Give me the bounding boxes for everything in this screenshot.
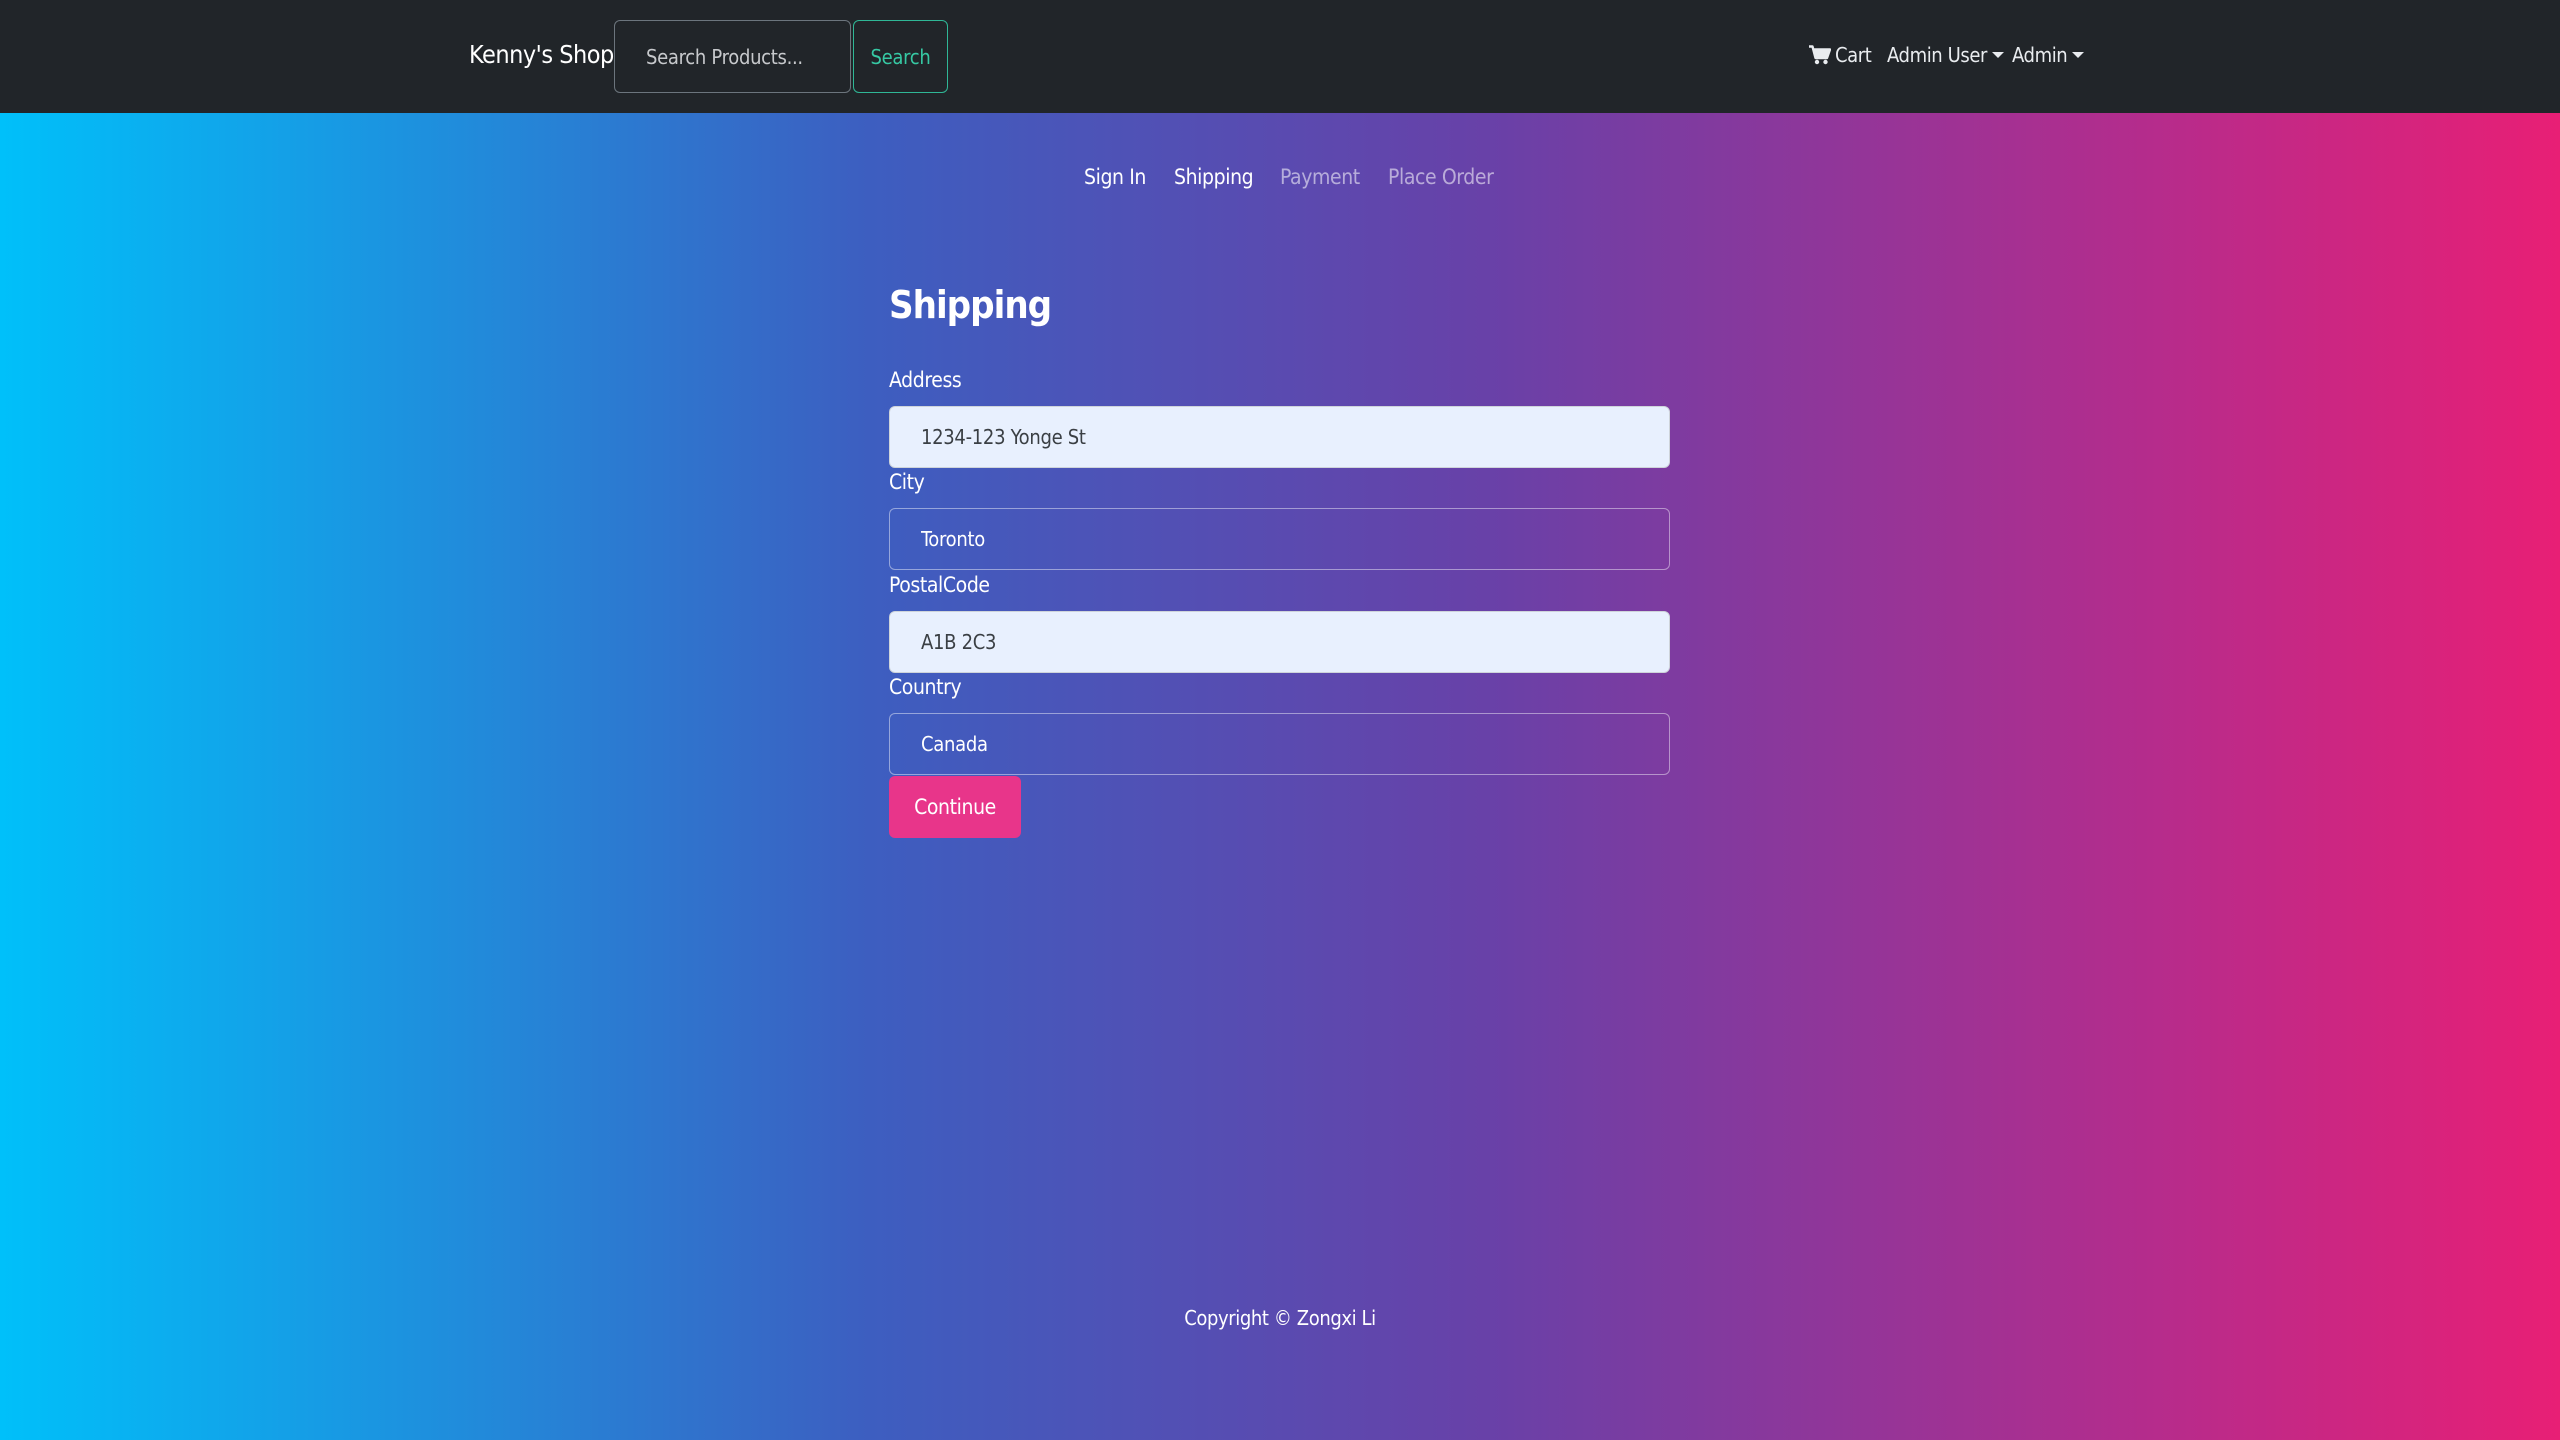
city-field[interactable] [889,508,1670,570]
brand-logo-link[interactable]: Kenny's Shop [469,40,614,69]
step-payment: Payment [1280,165,1360,189]
city-label: City [889,470,925,494]
search-button[interactable]: Search [853,20,948,93]
address-label: Address [889,368,962,392]
checkout-steps: Sign In Shipping Payment Place Order [0,165,2560,195]
chevron-down-icon [2072,52,2085,58]
search-input[interactable] [614,20,851,93]
chevron-down-icon [1992,52,2005,58]
admin-menu-label: Admin [2012,43,2068,67]
country-label: Country [889,675,962,699]
cart-label: Cart [1835,43,1872,67]
step-sign-in[interactable]: Sign In [1084,165,1146,189]
step-shipping[interactable]: Shipping [1174,165,1254,189]
address-field[interactable] [889,406,1670,468]
cart-link[interactable]: Cart [1809,40,1872,70]
footer-copyright: Copyright © Zongxi Li [1184,1306,1376,1330]
shopping-cart-icon [1809,45,1831,65]
country-field[interactable] [889,713,1670,775]
continue-button[interactable]: Continue [889,776,1021,838]
top-navbar: Kenny's Shop Search Cart Admin User Admi… [0,0,2560,113]
user-menu-label: Admin User [1887,43,1988,67]
admin-menu-dropdown[interactable]: Admin [2012,40,2085,70]
postal-code-field[interactable] [889,611,1670,673]
user-menu-dropdown[interactable]: Admin User [1887,40,2005,70]
step-place-order: Place Order [1388,165,1494,189]
page-title: Shipping [889,283,1052,327]
postal-code-label: PostalCode [889,573,990,597]
